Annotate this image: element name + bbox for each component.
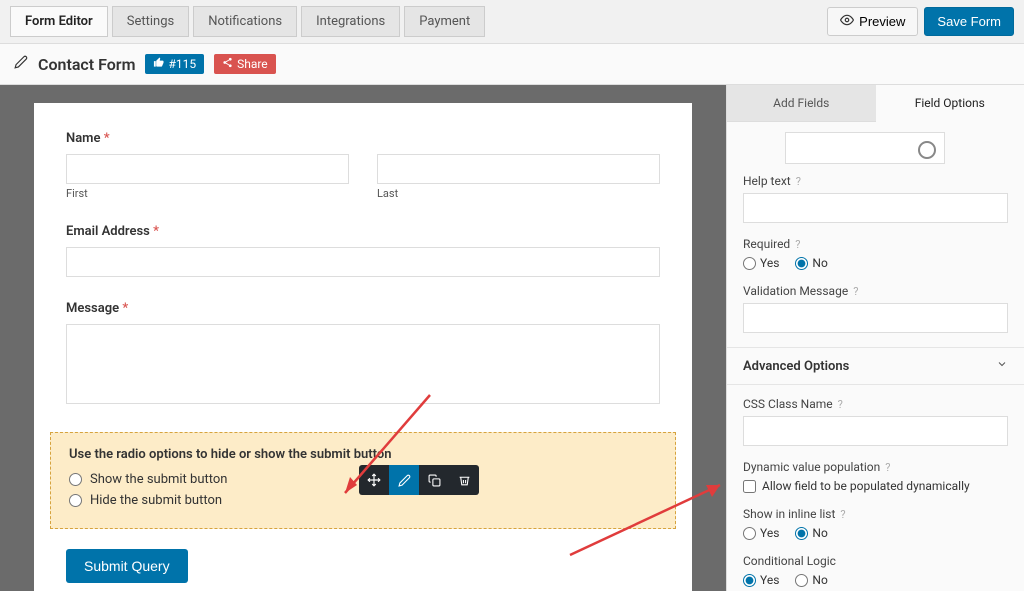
last-name-input[interactable]	[377, 154, 660, 184]
conditional-no: No	[795, 573, 827, 587]
required-label: Required ?	[743, 237, 1008, 251]
help-text-input[interactable]	[743, 193, 1008, 223]
field-toolbar	[359, 465, 479, 495]
tab-notifications[interactable]: Notifications	[193, 6, 297, 37]
inline-yes: Yes	[743, 526, 779, 540]
form-id-badge[interactable]: #115	[145, 54, 204, 74]
radio-field-selected[interactable]: Use the radio options to hide or show th…	[50, 432, 676, 529]
share-icon	[222, 57, 233, 71]
message-textarea[interactable]	[66, 324, 660, 404]
first-name-input[interactable]	[66, 154, 349, 184]
conditional-yes: Yes	[743, 573, 779, 587]
email-input[interactable]	[66, 247, 660, 277]
required-no: No	[795, 256, 827, 270]
tab-settings[interactable]: Settings	[112, 6, 189, 37]
advanced-options-heading[interactable]: Advanced Options	[727, 347, 1024, 385]
last-sublabel: Last	[377, 187, 660, 200]
dynamic-checkbox[interactable]	[743, 480, 756, 493]
copy-icon[interactable]	[419, 465, 449, 495]
pencil-icon	[14, 55, 28, 73]
main-tabs: Form Editor Settings Notifications Integ…	[10, 6, 485, 37]
tab-integrations[interactable]: Integrations	[301, 6, 400, 37]
help-icon: ?	[795, 238, 800, 251]
help-icon: ?	[840, 508, 845, 521]
edit-icon[interactable]	[389, 465, 419, 495]
sidebar-tab-add-fields[interactable]: Add Fields	[727, 85, 876, 122]
tab-form-editor[interactable]: Form Editor	[10, 6, 108, 37]
move-icon[interactable]	[359, 465, 389, 495]
help-icon: ?	[853, 285, 858, 298]
message-field: Message *	[42, 301, 684, 408]
radio-label: Use the radio options to hide or show th…	[69, 447, 657, 462]
submit-button[interactable]: Submit Query	[66, 549, 188, 583]
help-icon: ?	[796, 175, 801, 188]
required-yes: Yes	[743, 256, 779, 270]
name-label: Name *	[66, 131, 660, 146]
field-type-selector[interactable]	[785, 132, 945, 164]
share-badge[interactable]: Share	[214, 54, 276, 74]
name-field: Name * First Last	[42, 131, 684, 200]
radio-hide[interactable]	[69, 494, 82, 507]
sidebar: Add Fields Field Options Help text ? Req…	[726, 85, 1024, 591]
eye-icon	[840, 13, 854, 30]
thumbs-up-icon	[153, 57, 164, 71]
radio-option-hide: Hide the submit button	[69, 493, 657, 508]
inline-list-label: Show in inline list ?	[743, 507, 1008, 521]
css-class-input[interactable]	[743, 416, 1008, 446]
help-icon: ?	[838, 398, 843, 411]
dynamic-label: Dynamic value population ?	[743, 460, 1008, 474]
help-text-label: Help text ?	[743, 174, 1008, 188]
inline-no: No	[795, 526, 827, 540]
tab-payment[interactable]: Payment	[404, 6, 485, 37]
help-icon: ?	[885, 461, 890, 474]
trash-icon[interactable]	[449, 465, 479, 495]
first-sublabel: First	[66, 187, 349, 200]
preview-button[interactable]: Preview	[827, 7, 918, 36]
validation-label: Validation Message ?	[743, 284, 1008, 298]
validation-input[interactable]	[743, 303, 1008, 333]
form-title: Contact Form	[38, 55, 135, 74]
radio-show[interactable]	[69, 473, 82, 486]
email-label: Email Address *	[66, 224, 660, 239]
save-form-button[interactable]: Save Form	[924, 7, 1014, 36]
chevron-down-icon	[996, 358, 1008, 374]
css-class-label: CSS Class Name ?	[743, 397, 1008, 411]
sidebar-tab-field-options[interactable]: Field Options	[876, 85, 1024, 122]
conditional-logic-label: Conditional Logic	[743, 554, 1008, 568]
email-field: Email Address *	[42, 224, 684, 277]
message-label: Message *	[66, 301, 660, 316]
